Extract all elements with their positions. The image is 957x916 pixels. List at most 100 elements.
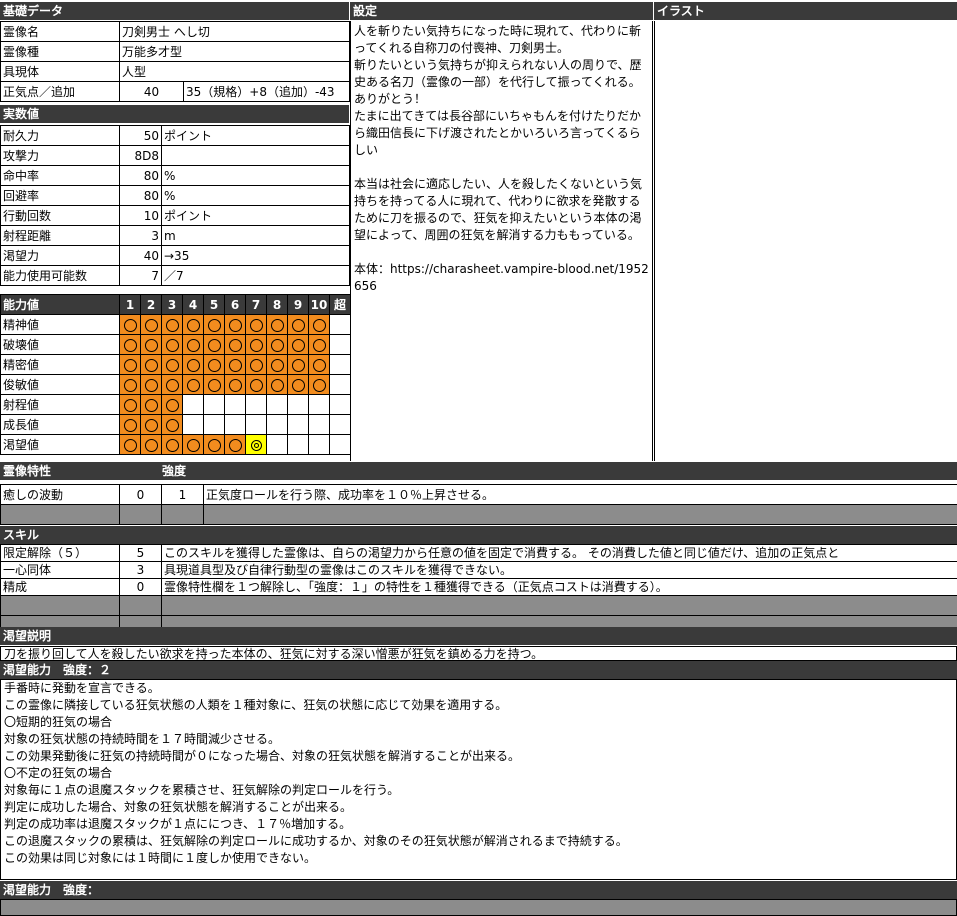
ability-point-empty[interactable] [203,394,225,415]
ability-point-filled[interactable] [119,434,141,455]
basic-value[interactable]: 万能多才型 [118,41,351,62]
trait-value[interactable]: 0 [119,484,162,505]
ability-point-filled[interactable] [161,434,183,455]
ability-point-empty[interactable] [266,414,288,435]
ability-point-filled[interactable] [119,414,141,435]
ability-point-filled[interactable] [140,334,162,355]
ability-point-filled[interactable] [308,374,330,395]
stat-value[interactable]: 10 [119,205,162,226]
ability-point-filled[interactable] [203,354,225,375]
ability-point-empty[interactable] [266,434,288,455]
basic-value[interactable]: 人型 [118,61,351,82]
ability-point-empty[interactable] [287,394,309,415]
ability-point-filled[interactable] [308,314,330,335]
ability-point-filled[interactable] [203,374,225,395]
ability-point-empty[interactable] [203,414,225,435]
skill-name: 限定解除（５） [0,544,120,562]
craving-ability-2-text[interactable] [0,899,957,916]
ability-point-filled[interactable] [224,374,246,395]
illust-area[interactable] [654,21,957,461]
ability-point-filled[interactable] [245,314,267,335]
ability-point-filled[interactable] [161,394,183,415]
ability-point-filled[interactable] [287,314,309,335]
ability-point-filled[interactable] [161,414,183,435]
ability-point-filled[interactable] [287,334,309,355]
stat-value[interactable]: 8D8 [119,145,162,166]
ability-point-filled[interactable] [287,374,309,395]
ability-point-filled[interactable] [161,354,183,375]
ability-point-filled[interactable] [224,434,246,455]
ability-point-filled[interactable] [287,354,309,375]
craving-desc-text[interactable]: 刀を振り回して人を殺したい欲求を持った本体の、狂気に対する深い憎悪が狂気を鎮める… [0,646,957,661]
ability-point-filled[interactable] [203,434,225,455]
ability-point-filled[interactable] [266,374,288,395]
ability-point-filled[interactable] [161,374,183,395]
ability-point-filled[interactable] [182,334,204,355]
ability-point-filled[interactable] [308,334,330,355]
ability-point-filled[interactable] [119,394,141,415]
stat-value[interactable]: 7 [119,265,162,286]
ability-point-filled[interactable] [245,334,267,355]
ability-point-filled[interactable] [119,314,141,335]
ability-point-empty[interactable] [308,394,330,415]
ability-point-filled[interactable] [119,354,141,375]
ability-point-filled[interactable] [119,374,141,395]
ability-point-empty[interactable] [266,394,288,415]
ability-point-filled[interactable] [182,374,204,395]
stat-value[interactable]: 50 [119,125,162,146]
ability-point-filled[interactable] [140,394,162,415]
ability-point-filled[interactable] [224,314,246,335]
stat-value[interactable]: 3 [119,225,162,246]
ability-point-filled[interactable] [203,314,225,335]
trait-strength[interactable]: 1 [161,484,204,505]
basic-value[interactable]: 刀剣男士 へし切 [118,21,351,42]
stat-value[interactable]: 80 [119,185,162,206]
ability-point-empty[interactable] [329,314,351,335]
ability-point-filled[interactable] [182,354,204,375]
ability-point-filled[interactable] [266,314,288,335]
ability-point-filled[interactable] [140,314,162,335]
ability-point-filled[interactable] [140,374,162,395]
ability-point-filled[interactable] [140,354,162,375]
ability-point-empty[interactable] [329,334,351,355]
skill-value[interactable]: 5 [119,544,162,562]
ability-point-empty[interactable] [182,394,204,415]
ability-point-filled[interactable] [140,434,162,455]
ability-point-filled[interactable] [245,374,267,395]
ability-point-empty[interactable] [329,394,351,415]
ability-point-empty[interactable] [182,414,204,435]
ability-point-empty[interactable] [329,414,351,435]
ability-point-empty[interactable] [287,414,309,435]
ability-point-filled[interactable] [224,354,246,375]
ability-point-filled[interactable] [203,334,225,355]
ability-point-empty[interactable] [287,434,309,455]
ability-point-filled[interactable] [182,314,204,335]
ability-point-filled[interactable] [266,334,288,355]
ability-point-empty[interactable] [224,414,246,435]
ability-point-empty[interactable] [308,414,330,435]
ability-point-filled[interactable] [119,334,141,355]
sanity-value[interactable]: 40 [119,81,184,102]
ability-point-filled[interactable] [245,354,267,375]
stat-value[interactable]: 40 [119,245,162,266]
skill-value[interactable]: 3 [119,561,162,579]
ability-point-empty[interactable] [308,434,330,455]
ability-point-empty[interactable] [245,414,267,435]
settings-text[interactable]: 人を斬りたい気持ちになった時に現れて、代わりに斬ってくれる自称刀の付喪神、刀剣男… [350,21,653,461]
ability-point-filled[interactable] [161,314,183,335]
ability-point-filled[interactable] [182,434,204,455]
ability-point-filled[interactable] [224,334,246,355]
ability-point-filled[interactable] [266,354,288,375]
stat-value[interactable]: 80 [119,165,162,186]
ability-point-empty[interactable] [329,374,351,395]
ability-point-filled[interactable] [308,354,330,375]
ability-point-empty[interactable] [245,394,267,415]
ability-point-empty[interactable] [224,394,246,415]
ability-point-filled[interactable] [161,334,183,355]
ability-point-empty[interactable] [329,354,351,375]
ability-point-filled[interactable] [140,414,162,435]
skill-value[interactable]: 0 [119,578,162,596]
ability-point-empty[interactable] [329,434,351,455]
craving-ability-1-text[interactable]: 手番時に発動を宣言できる。 この霊像に隣接している狂気状態の人類を１種対象に、狂… [0,679,957,880]
ability-point-double[interactable] [245,434,267,455]
